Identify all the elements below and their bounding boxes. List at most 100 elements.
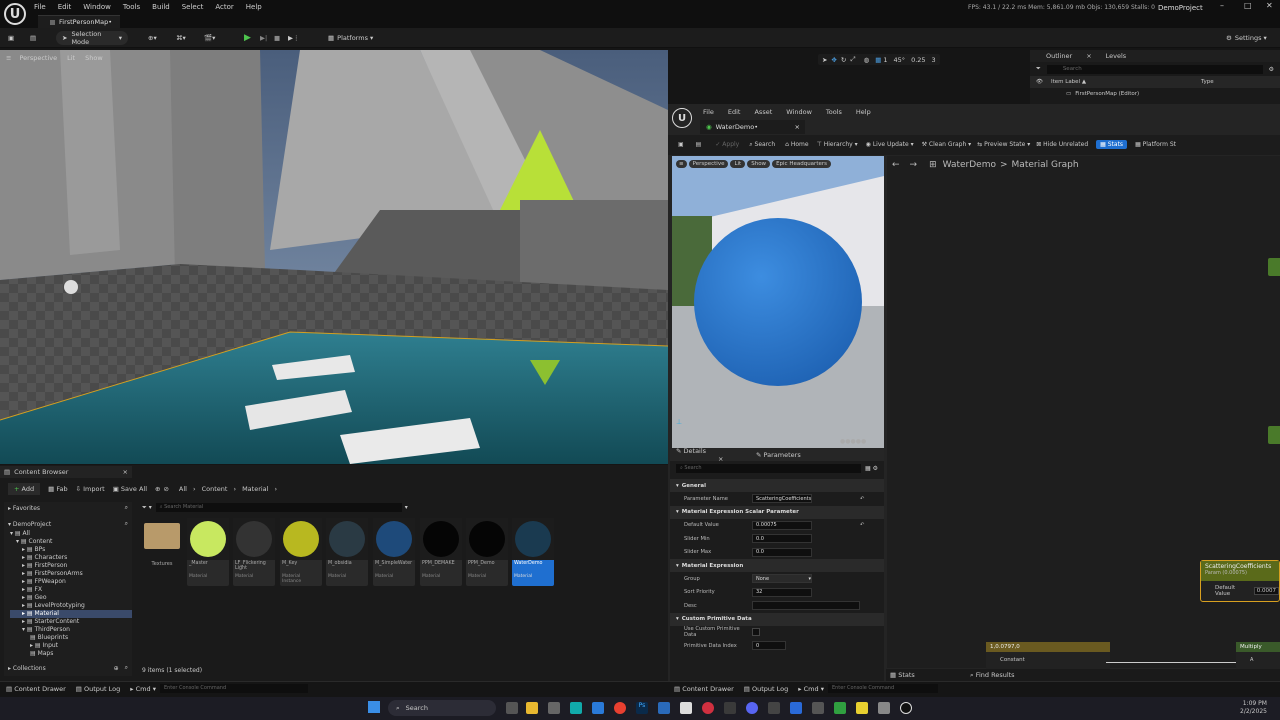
- filter-icon[interactable]: ⏷: [1036, 65, 1041, 73]
- close-cb-icon[interactable]: ×: [123, 468, 128, 476]
- file-explorer-icon[interactable]: [526, 702, 538, 714]
- constant-node[interactable]: 1,0.0797,0 Constant: [986, 642, 1110, 670]
- output-log-button[interactable]: ▤ Output Log: [744, 685, 788, 693]
- folder-textures[interactable]: Textures: [142, 520, 182, 570]
- stats-tab[interactable]: ▦ Stats: [886, 671, 970, 679]
- asset-tile[interactable]: M_obsidia Material: [326, 518, 368, 586]
- hide-unrelated-button[interactable]: ⊠ Hide Unrelated: [1036, 141, 1088, 148]
- details-tab[interactable]: ✎ Details ×: [670, 447, 746, 463]
- mat-menu-file[interactable]: File: [703, 108, 714, 116]
- app-icon[interactable]: [548, 702, 560, 714]
- history-icon[interactable]: ⊕: [155, 485, 160, 493]
- primitive-index-field[interactable]: 0: [752, 641, 786, 651]
- param-name-field[interactable]: ScatteringCoefficients: [752, 494, 812, 504]
- selection-mode-dropdown[interactable]: ➤ Selection Mode ▾: [56, 30, 128, 46]
- save-all-button[interactable]: ▣ Save All: [113, 485, 147, 493]
- section-scalar-param[interactable]: ▾ Material Expression Scalar Parameter: [670, 505, 884, 519]
- favorites-header[interactable]: ▸ Favorites: [8, 505, 125, 512]
- graph-node-stub[interactable]: [1268, 258, 1280, 276]
- app-icon[interactable]: [724, 702, 736, 714]
- add-actor-icon[interactable]: ⊕▾: [148, 31, 157, 45]
- path-all[interactable]: All: [179, 485, 187, 493]
- tree-firstpersonarms[interactable]: ▸ ▤ FirstPersonArms: [10, 570, 132, 578]
- app-icon[interactable]: [592, 702, 604, 714]
- rotate-icon[interactable]: ↻: [841, 56, 846, 64]
- app-icon[interactable]: [702, 702, 714, 714]
- output-log-button[interactable]: ▤ Output Log: [76, 685, 120, 693]
- tree-maps[interactable]: ▤ Maps: [10, 650, 132, 658]
- taskbar-clock[interactable]: 1:09 PM 2/2/2025: [1240, 700, 1267, 716]
- asset-tile[interactable]: PPM_DEMAKE Material: [420, 518, 462, 586]
- unreal-logo-icon[interactable]: U: [672, 108, 692, 128]
- perspective-button[interactable]: Perspective: [19, 54, 57, 62]
- menu-window[interactable]: Window: [83, 3, 111, 11]
- cinematics-icon[interactable]: 🎬▾: [204, 31, 215, 45]
- photoshop-icon[interactable]: Ps: [636, 702, 648, 714]
- rotation-snap[interactable]: 45°: [894, 56, 906, 64]
- hamburger-icon[interactable]: ≡: [6, 54, 11, 62]
- console-input[interactable]: Enter Console Command: [159, 684, 308, 693]
- outliner-tab[interactable]: Outliner: [1030, 52, 1086, 60]
- tree-geo[interactable]: ▸ ▤ Geo: [10, 594, 132, 602]
- content-drawer-button[interactable]: ▤ Content Drawer: [6, 685, 66, 693]
- fab-button[interactable]: ▦ Fab: [48, 485, 67, 493]
- chrome-icon[interactable]: [614, 702, 626, 714]
- material-tab[interactable]: ◉ WaterDemo• ×: [700, 120, 805, 134]
- task-view-icon[interactable]: [506, 702, 518, 714]
- default-value-field[interactable]: 0.00075: [752, 520, 812, 530]
- section-custom-primitive[interactable]: ▾ Custom Primitive Data: [670, 612, 884, 626]
- collections-header[interactable]: ▸ Collections ⊕ ⌕: [4, 662, 132, 674]
- reset-icon[interactable]: ↶: [860, 496, 864, 502]
- menu-actor[interactable]: Actor: [215, 3, 233, 11]
- project-header[interactable]: ▾ DemoProject: [8, 521, 125, 528]
- slider-max-field[interactable]: 0.0: [752, 547, 812, 557]
- levels-tab[interactable]: Levels: [1106, 52, 1127, 60]
- asset-tile[interactable]: WaterDemo Material: [512, 518, 554, 586]
- breadcrumb-asset[interactable]: WaterDemo: [943, 160, 996, 170]
- app-icon[interactable]: [680, 702, 692, 714]
- mat-menu-edit[interactable]: Edit: [728, 108, 741, 116]
- mat-menu-asset[interactable]: Asset: [754, 108, 772, 116]
- mat-menu-help[interactable]: Help: [856, 108, 871, 116]
- unreal-logo-icon[interactable]: U: [4, 3, 26, 25]
- material-preview-viewport[interactable]: [672, 156, 884, 448]
- col-type[interactable]: Type: [1201, 79, 1214, 85]
- asset-tile[interactable]: PPM_Demo Material: [466, 518, 508, 586]
- move-icon[interactable]: ✥: [831, 56, 836, 64]
- asset-search[interactable]: ⌕ Search Material: [155, 503, 402, 512]
- menu-select[interactable]: Select: [182, 3, 204, 11]
- step-icon[interactable]: ▶|: [260, 31, 267, 45]
- tree-thirdperson[interactable]: ▾ ▤ ThirdPerson: [10, 626, 132, 634]
- menu-tools[interactable]: Tools: [123, 3, 140, 11]
- multiply-node[interactable]: Multiply A: [1236, 642, 1280, 670]
- home-button[interactable]: ⌂ Home: [785, 141, 808, 148]
- preview-lit[interactable]: Lit: [730, 160, 746, 168]
- eye-icon[interactable]: 👁: [1036, 79, 1043, 85]
- mat-menu-window[interactable]: Window: [786, 108, 812, 116]
- outliner-row[interactable]: ▭ FirstPersonMap (Editor): [1030, 88, 1280, 99]
- stop-icon[interactable]: ■: [274, 31, 280, 45]
- settings-icon[interactable]: ⚙: [1269, 66, 1274, 73]
- close-tab-icon[interactable]: ×: [795, 123, 800, 131]
- outliner-search[interactable]: Search: [1046, 64, 1263, 74]
- content-browser-tab[interactable]: ▤ Content Browser ×: [0, 466, 132, 478]
- search-icon[interactable]: ⌕: [125, 520, 128, 528]
- grid-size[interactable]: 1: [883, 56, 887, 64]
- section-material-expression[interactable]: ▾ Material Expression: [670, 559, 884, 572]
- windows-start-icon[interactable]: [368, 701, 380, 713]
- play-icon[interactable]: ▶: [244, 31, 251, 45]
- add-collection-icon[interactable]: ⊕: [114, 665, 119, 672]
- unreal-taskbar-icon[interactable]: [900, 702, 912, 714]
- details-search[interactable]: ⌕ Search: [676, 463, 862, 473]
- find-results-tab[interactable]: ⌕ Find Results: [970, 671, 1015, 680]
- hierarchy-button[interactable]: ⊤ Hierarchy ▾: [817, 141, 858, 148]
- sort-priority-field[interactable]: 32: [752, 587, 812, 597]
- search-icon[interactable]: ⌕: [125, 664, 128, 672]
- save-icon[interactable]: ▣: [8, 31, 14, 45]
- history-back-icon[interactable]: ⊘: [163, 485, 168, 493]
- tree-fx[interactable]: ▸ ▤ FX: [10, 586, 132, 594]
- add-button[interactable]: + Add: [8, 483, 41, 495]
- level-tab[interactable]: FirstPersonMap•: [38, 15, 121, 28]
- path-content[interactable]: Content: [202, 485, 228, 493]
- tree-blueprints[interactable]: ▤ Blueprints: [10, 634, 132, 642]
